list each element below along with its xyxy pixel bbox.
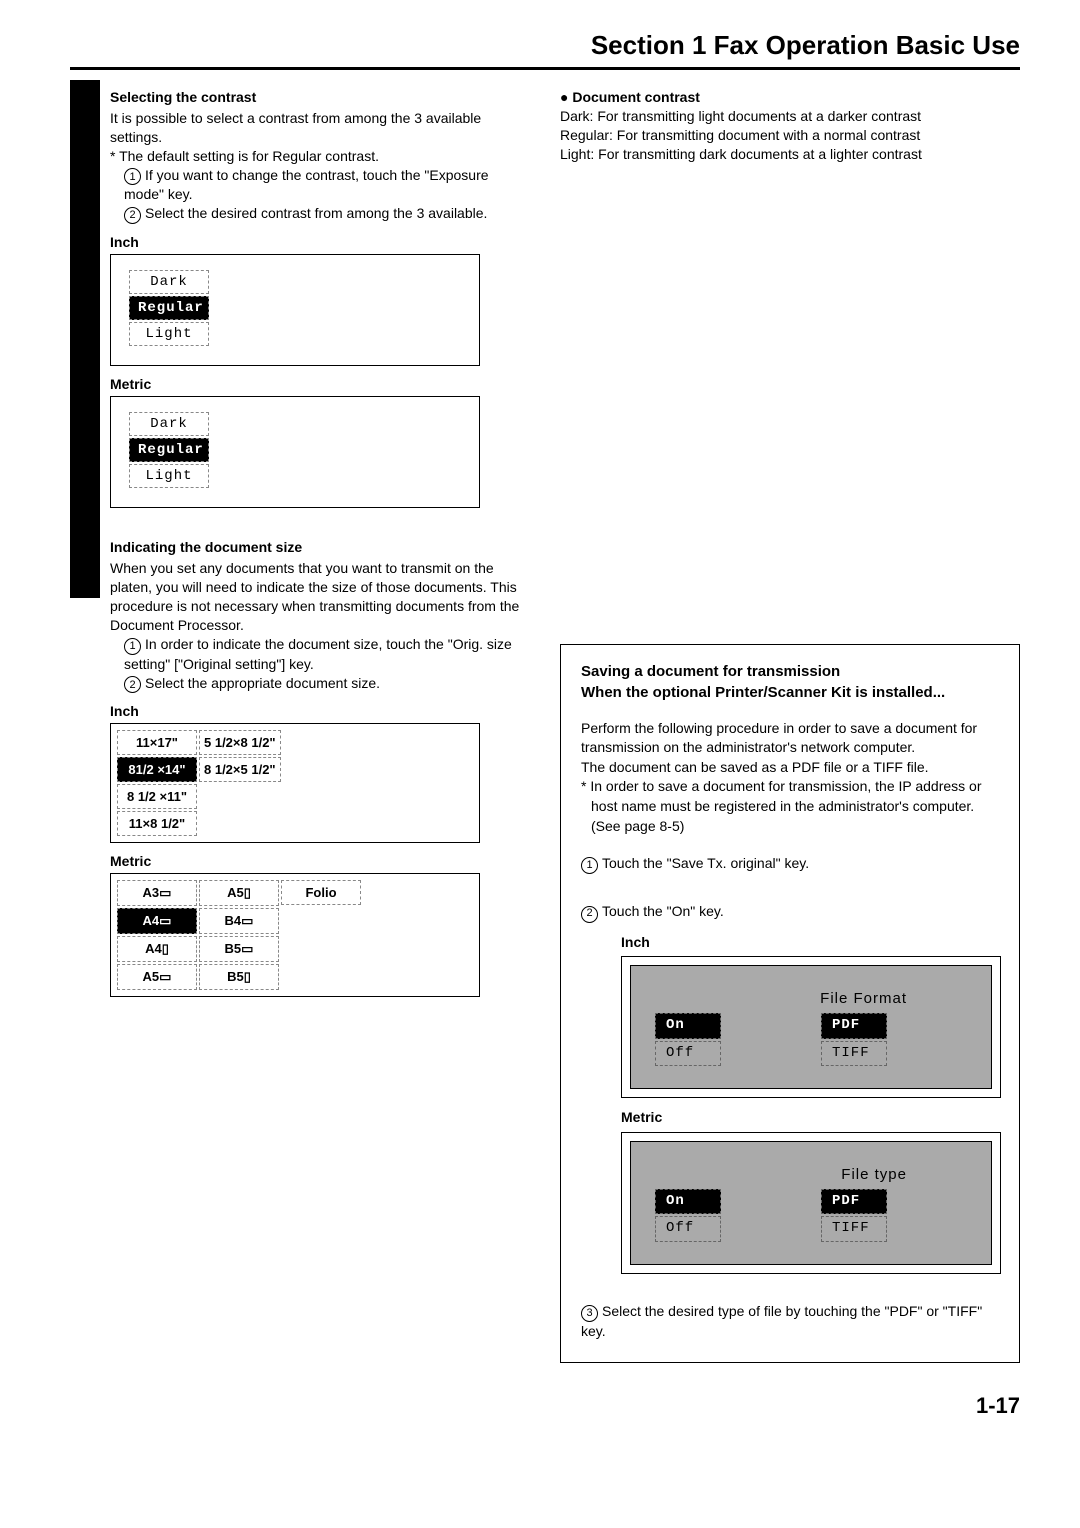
size-button[interactable]: A4▯ xyxy=(117,936,197,962)
size-button[interactable]: Folio xyxy=(281,880,361,905)
dc-regular: Regular: For transmitting document with … xyxy=(560,126,1020,145)
save-p1: Perform the following procedure in order… xyxy=(581,719,999,758)
size-button[interactable]: 8 1/2 ×11" xyxy=(117,784,197,809)
save-h2: When the optional Printer/Scanner Kit is… xyxy=(581,682,999,703)
inch-label: Inch xyxy=(110,234,530,250)
circled-2-icon: 2 xyxy=(124,207,141,224)
doc-contrast-title: ● Document contrast xyxy=(560,88,1020,107)
file-type-label: File type xyxy=(655,1164,967,1185)
save-s2: Touch the "On" key. xyxy=(602,903,724,919)
size-button[interactable]: 8 1/2×5 1/2" xyxy=(199,757,281,782)
inch-label: Inch xyxy=(110,703,530,719)
file-format-label: File Format xyxy=(655,988,967,1009)
size-metric-panel: A3▭ A4▭ A4▯ A5▭ A5▯ B4▭ B5▭ B5▯ Folio xyxy=(110,873,480,997)
save-p3: * In order to save a document for transm… xyxy=(581,777,999,836)
tiff-button[interactable]: TIFF xyxy=(821,1041,887,1067)
save-h1: Saving a document for transmission xyxy=(581,661,999,682)
size-button[interactable]: A4▭ xyxy=(117,908,197,934)
circled-1-icon: 1 xyxy=(124,168,141,185)
step7-desc: When you set any documents that you want… xyxy=(110,559,530,635)
step7-title: Indicating the document size xyxy=(110,538,530,557)
page-number: 1-17 xyxy=(70,1393,1020,1419)
on-button[interactable]: On xyxy=(655,1189,721,1215)
contrast-metric-panel: Dark Regular Light xyxy=(110,396,480,508)
save-box: Saving a document for transmission When … xyxy=(560,644,1020,1363)
light-button[interactable]: Light xyxy=(129,464,209,488)
size-button[interactable]: B5▭ xyxy=(199,936,279,962)
step7-l2: Select the appropriate document size. xyxy=(145,675,380,691)
save-s1: Touch the "Save Tx. original" key. xyxy=(602,855,809,871)
circled-1-icon: 1 xyxy=(581,857,598,874)
metric-label: Metric xyxy=(110,376,530,392)
metric-label: Metric xyxy=(110,853,530,869)
metric-label: Metric xyxy=(621,1108,999,1128)
dc-dark: Dark: For transmitting light documents a… xyxy=(560,107,1020,126)
step7-l1: In order to indicate the document size, … xyxy=(124,636,512,672)
size-button[interactable]: A5▭ xyxy=(117,964,197,990)
regular-button[interactable]: Regular xyxy=(129,438,209,462)
dc-light: Light: For transmitting dark documents a… xyxy=(560,145,1020,164)
section-header: Section 1 Fax Operation Basic Use xyxy=(70,30,1020,70)
regular-button[interactable]: Regular xyxy=(129,296,209,320)
save-p2: The document can be saved as a PDF file … xyxy=(581,758,999,778)
contrast-inch-panel: Dark Regular Light xyxy=(110,254,480,366)
step6-note: * The default setting is for Regular con… xyxy=(110,147,530,166)
step6-title: Selecting the contrast xyxy=(110,88,530,107)
size-button[interactable]: 11×17" xyxy=(117,730,197,755)
save-s3: Select the desired type of file by touch… xyxy=(581,1303,982,1339)
size-button[interactable]: 5 1/2×8 1/2" xyxy=(199,730,281,755)
off-button[interactable]: Off xyxy=(655,1216,721,1242)
step6-sidebar xyxy=(70,80,100,598)
circled-3-icon: 3 xyxy=(581,1305,598,1322)
tiff-button[interactable]: TIFF xyxy=(821,1216,887,1242)
size-inch-panel: 11×17" 81/2 ×14" 8 1/2 ×11" 11×8 1/2" 5 … xyxy=(110,723,480,843)
circled-1-icon: 1 xyxy=(124,638,141,655)
on-button[interactable]: On xyxy=(655,1013,721,1039)
off-button[interactable]: Off xyxy=(655,1041,721,1067)
size-button[interactable]: B5▯ xyxy=(199,964,279,990)
size-button[interactable]: B4▭ xyxy=(199,908,279,934)
step6-l2: Select the desired contrast from among t… xyxy=(145,205,487,221)
pdf-button[interactable]: PDF xyxy=(821,1189,887,1215)
size-button[interactable]: 11×8 1/2" xyxy=(117,811,197,836)
pdf-button[interactable]: PDF xyxy=(821,1013,887,1039)
dark-button[interactable]: Dark xyxy=(129,270,209,294)
step6-l1: If you want to change the contrast, touc… xyxy=(124,167,489,203)
save-metric-panel: File type On Off PDF TIFF xyxy=(630,1141,992,1265)
circled-2-icon: 2 xyxy=(124,676,141,693)
size-button[interactable]: 81/2 ×14" xyxy=(117,757,197,782)
circled-2-icon: 2 xyxy=(581,906,598,923)
size-button[interactable]: A3▭ xyxy=(117,880,197,906)
light-button[interactable]: Light xyxy=(129,322,209,346)
size-button[interactable]: A5▯ xyxy=(199,880,279,906)
inch-label: Inch xyxy=(621,933,999,953)
step6-desc: It is possible to select a contrast from… xyxy=(110,109,530,147)
dark-button[interactable]: Dark xyxy=(129,412,209,436)
save-inch-panel: File Format On Off PDF TIFF xyxy=(630,965,992,1089)
